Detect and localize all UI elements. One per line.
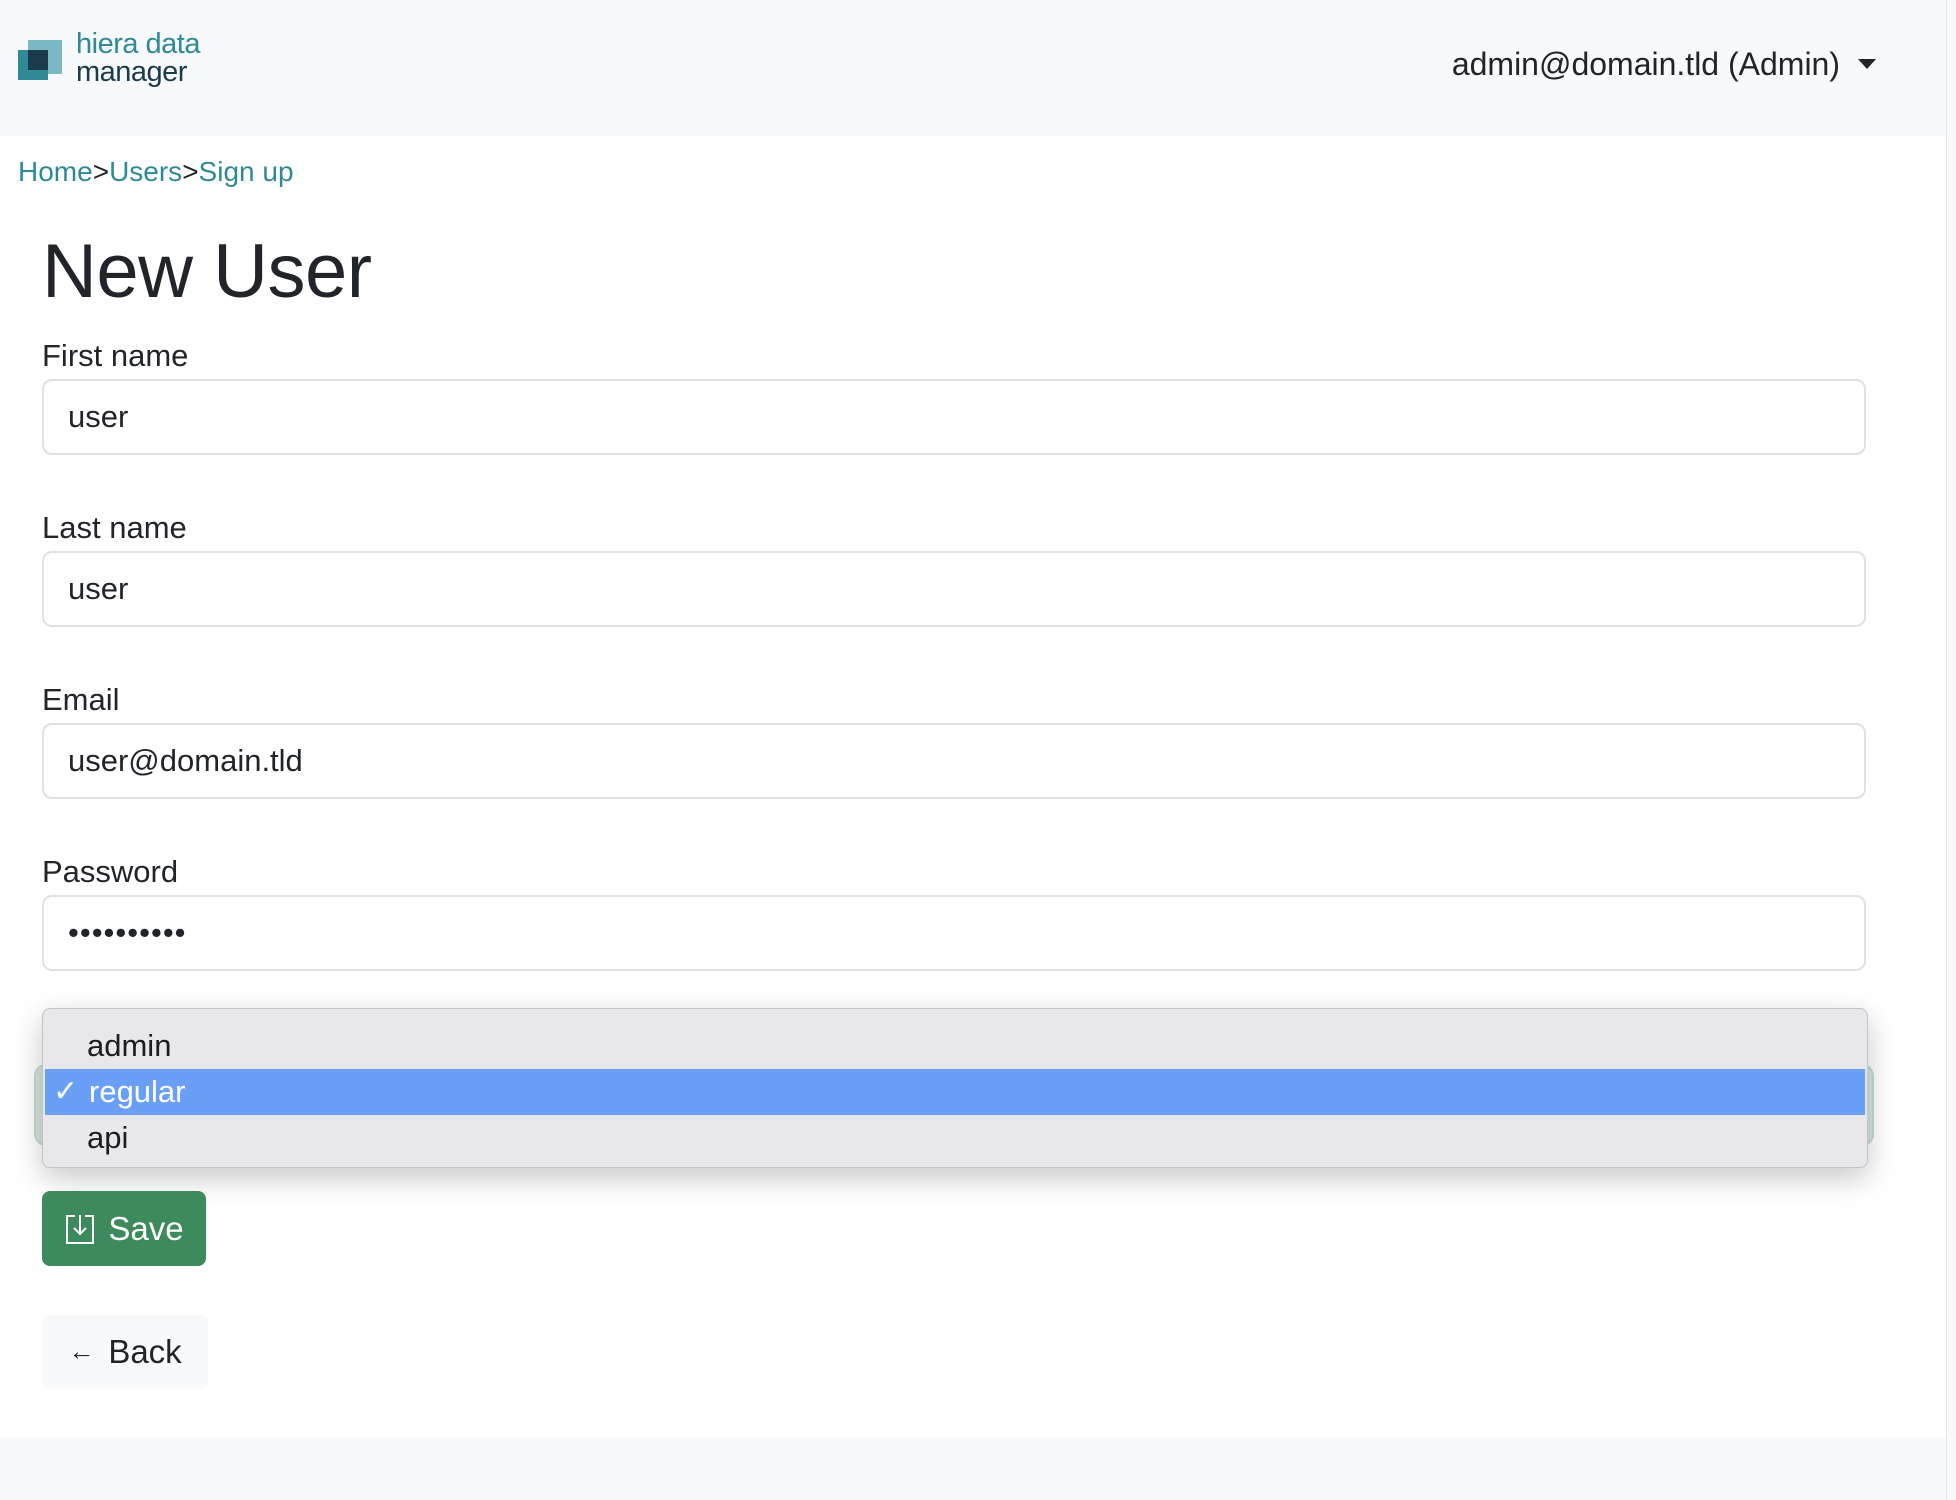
breadcrumb-users[interactable]: Users: [109, 156, 182, 188]
caret-down-icon: [1858, 59, 1876, 69]
first-name-label: First name: [42, 338, 189, 373]
back-button-label: Back: [108, 1332, 182, 1370]
email-label: Email: [42, 682, 120, 717]
logo-line-1: hiera data: [76, 28, 201, 60]
role-option-label: api: [87, 1120, 129, 1155]
breadcrumb-home[interactable]: Home: [18, 156, 93, 188]
breadcrumb: Home > Users > Sign up: [18, 156, 294, 188]
role-option-regular[interactable]: ✓ regular: [45, 1069, 1865, 1115]
role-select-dropdown[interactable]: admin ✓ regular api: [42, 1008, 1868, 1168]
app-logo[interactable]: hiera data manager: [18, 30, 218, 94]
breadcrumb-sign-up[interactable]: Sign up: [199, 156, 294, 188]
last-name-input[interactable]: user: [42, 551, 1866, 627]
save-button[interactable]: Save: [42, 1191, 206, 1266]
breadcrumb-separator: >: [92, 156, 110, 187]
role-option-api[interactable]: api: [43, 1115, 1867, 1161]
arrow-left-icon: ←: [68, 1336, 95, 1366]
email-input[interactable]: user@domain.tld: [42, 723, 1866, 799]
logo-mark-icon: [18, 40, 62, 84]
scrollbar[interactable]: [1946, 0, 1956, 1500]
page: hiera data manager admin@domain.tld (Adm…: [0, 0, 1946, 1500]
role-option-admin[interactable]: admin: [43, 1023, 1867, 1069]
role-option-label: regular: [89, 1074, 186, 1109]
first-name-input[interactable]: user: [42, 379, 1866, 455]
password-label: Password: [42, 854, 179, 889]
back-button[interactable]: ← Back: [42, 1314, 208, 1389]
user-menu-dropdown[interactable]: admin@domain.tld (Admin): [1452, 44, 1876, 84]
page-title: New User: [42, 229, 372, 314]
role-option-label: admin: [87, 1028, 172, 1063]
footer: [0, 1438, 1946, 1500]
top-navbar: hiera data manager admin@domain.tld (Adm…: [0, 0, 1946, 136]
last-name-label: Last name: [42, 510, 187, 545]
save-button-label: Save: [108, 1209, 184, 1247]
user-menu-label: admin@domain.tld (Admin): [1451, 45, 1840, 82]
logo-text: hiera data manager: [76, 28, 201, 88]
checkmark-icon: ✓: [53, 1075, 79, 1108]
password-input[interactable]: ••••••••••: [42, 895, 1866, 971]
logo-line-2: manager: [76, 56, 187, 88]
breadcrumb-separator: >: [182, 156, 199, 187]
download-box-icon: [66, 1214, 95, 1244]
